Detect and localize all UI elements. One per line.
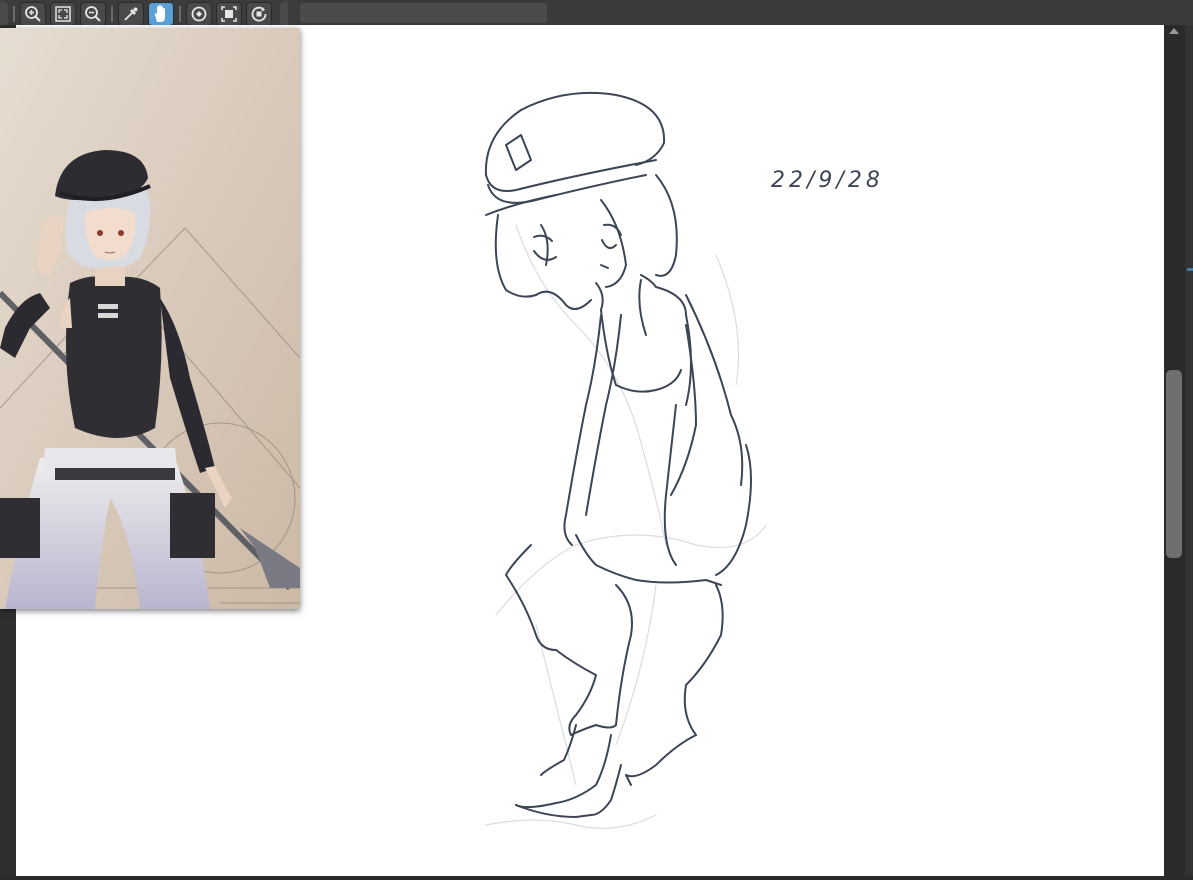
hand-icon	[154, 5, 165, 22]
hand-tool-button[interactable]	[148, 2, 174, 26]
rotate-button[interactable]	[186, 2, 212, 26]
rotate-icon	[191, 6, 207, 22]
right-panel-edge	[1185, 25, 1193, 876]
date-annotation: 22/9/28	[771, 168, 884, 193]
zoom-out-button[interactable]	[80, 2, 106, 26]
toolbar-separator	[179, 6, 181, 22]
vertical-scrollbar[interactable]	[1164, 25, 1185, 876]
toolbar-edge-right	[280, 2, 288, 26]
document-tab[interactable]	[300, 3, 547, 23]
reset-rotation-button[interactable]	[246, 2, 272, 26]
eyedropper-icon	[124, 7, 138, 21]
flip-button[interactable]	[216, 2, 242, 26]
eyedropper-button[interactable]	[118, 2, 144, 26]
toolbar-separator	[111, 6, 113, 22]
flip-icon	[221, 6, 237, 22]
zoom-out-icon	[85, 6, 101, 22]
scroll-up-arrow-icon[interactable]	[1169, 28, 1179, 34]
scrollbar-thumb[interactable]	[1166, 370, 1182, 558]
zoom-in-icon	[25, 6, 41, 22]
reference-toolbar	[0, 0, 298, 28]
fit-screen-icon	[55, 6, 71, 22]
reference-image-panel[interactable]	[0, 28, 300, 609]
panel-marker	[1187, 268, 1193, 271]
reference-illustration	[0, 28, 300, 609]
reset-rotation-icon	[251, 6, 267, 22]
toolbar-separator	[13, 6, 15, 22]
fit-to-window-button[interactable]	[50, 2, 76, 26]
toolbar-edge-left	[0, 2, 8, 26]
zoom-in-button[interactable]	[20, 2, 46, 26]
